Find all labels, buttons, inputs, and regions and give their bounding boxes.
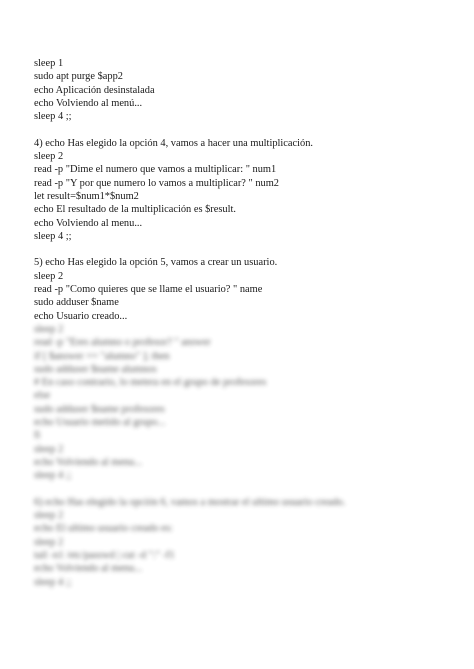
visible-code-line: let result=$num1*$num2 — [34, 190, 139, 202]
blurred-code-block: sleep 2 read -p "Eres alumno o profesor? … — [34, 323, 454, 589]
visible-code-line: sudo adduser $name — [34, 297, 119, 309]
visible-code-line: sleep 2 — [34, 151, 64, 163]
blurred-code-line: tail -n1 /etc/passwd | cut -d ":" -f1 — [34, 549, 175, 561]
blurred-code-line: sleep 2 — [34, 510, 64, 522]
visible-code-line: echo Volviendo al menu... — [34, 217, 143, 229]
visible-code-line: echo El resultado de la multiplicación e… — [34, 204, 236, 216]
visible-code-line: sleep 4 ;; — [34, 230, 72, 242]
visible-code-line: 4) echo Has elegido la opción 4, vamos a… — [34, 137, 314, 149]
visible-code-line: read -p "Dime el numero que vamos a mult… — [34, 164, 277, 176]
visible-code-line: sleep 2 — [34, 270, 64, 282]
visible-code-line: read -p "Y por que numero lo vamos a mul… — [34, 177, 279, 189]
blurred-code-line: read -p "Eres alumno o profesor? " answe… — [34, 337, 211, 349]
visible-blank-line — [34, 243, 454, 256]
blurred-code-line: fi — [34, 430, 41, 442]
visible-code-line: sleep 1 — [34, 58, 64, 69]
blurred-code-line: sleep 2 — [34, 536, 64, 548]
visible-code-line: echo Usuario creado... — [34, 310, 128, 322]
visible-code-line: 5) echo Has elegido la opción 5, vamos a… — [34, 257, 278, 269]
blurred-code-line: else — [34, 390, 51, 402]
document-page: sleep 1 sudo apt purge $app2 echo Aplicaci… — [0, 0, 474, 669]
blurred-code-line: echo Usuario metido al grupo... — [34, 417, 166, 429]
blurred-code-line: if [ $answer == "alumno" ]; then — [34, 350, 170, 362]
visible-code-line: echo Aplicación desinstalada — [34, 84, 155, 96]
blurred-code-line: sleep 4 ;; — [34, 576, 72, 588]
visible-code-line: sudo apt purge $app2 — [34, 71, 123, 83]
visible-code-line: echo Volviendo al menú... — [34, 97, 143, 109]
blurred-code-line: echo Volviendo al menu... — [34, 563, 143, 575]
blurred-code-line: sleep 2 — [34, 443, 64, 455]
blurred-code-line: echo El ultimo usuario creado es: — [34, 523, 173, 535]
script-listing: sleep 1 sudo apt purge $app2 echo Aplicaci… — [34, 57, 454, 589]
blurred-code-line: sudo adduser $name alumnos — [34, 363, 157, 375]
visible-code-block: sleep 1 sudo apt purge $app2 echo Aplicaci… — [34, 57, 454, 323]
visible-blank-line — [34, 123, 454, 136]
blurred-blank-line — [34, 483, 454, 496]
blurred-code-line: sleep 2 — [34, 323, 64, 335]
visible-code-line: read -p "Como quieres que se llame el us… — [34, 284, 263, 296]
blurred-code-line: sudo adduser $name profesores — [34, 403, 165, 415]
blurred-code-line: echo Volviendo al menu... — [34, 456, 143, 468]
blurred-code-line: # En caso contrario, lo metera en el gru… — [34, 377, 267, 389]
visible-code-line: sleep 4 ;; — [34, 111, 72, 123]
blurred-code-line: sleep 4 ;; — [34, 470, 72, 482]
blurred-code-line: 6) echo Has elegido la opción 6, vamos a… — [34, 496, 346, 508]
